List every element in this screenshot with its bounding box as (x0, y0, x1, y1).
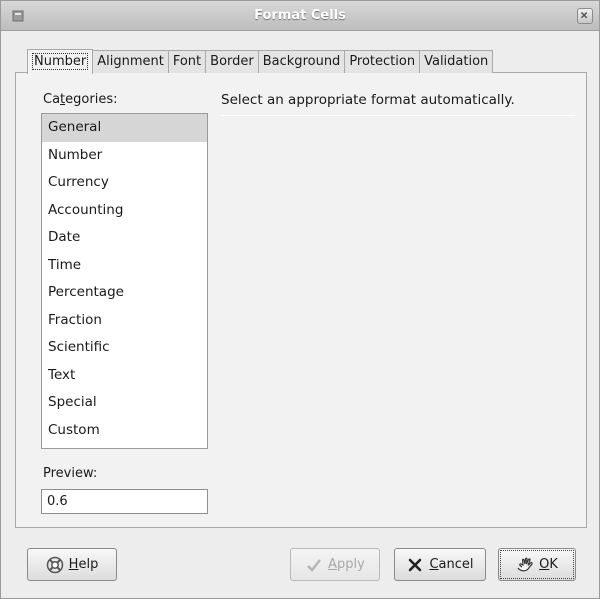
list-item[interactable]: Fraction (42, 307, 207, 335)
tab-alignment[interactable]: Alignment (92, 50, 169, 73)
preview-field: 0.6 (41, 489, 208, 514)
categories-list[interactable]: General Number Currency Accounting Date … (41, 113, 208, 449)
list-item[interactable]: Currency (42, 169, 207, 197)
list-item[interactable]: Custom (42, 417, 207, 445)
tab-font[interactable]: Font (167, 50, 207, 73)
help-button[interactable]: Help (27, 548, 117, 581)
title-bar[interactable]: Format Cells (1, 1, 599, 31)
separator (221, 115, 575, 116)
ok-label: OK (539, 557, 558, 572)
list-item[interactable]: Accounting (42, 197, 207, 225)
checkmark-icon (307, 558, 322, 572)
list-item[interactable]: Date (42, 224, 207, 252)
lifebuoy-icon (46, 556, 63, 573)
list-item[interactable]: Special (42, 389, 207, 417)
list-item[interactable]: Time (42, 252, 207, 280)
cancel-button[interactable]: Cancel (394, 548, 486, 581)
tab-number[interactable]: Number (27, 49, 94, 74)
apply-button[interactable]: Apply (290, 548, 380, 581)
help-label: Help (68, 557, 99, 572)
tab-background[interactable]: Background (257, 50, 346, 73)
list-item[interactable]: Percentage (42, 279, 207, 307)
cancel-label: Cancel (429, 557, 474, 572)
tab-bar: Number Alignment Font Border Background … (27, 49, 494, 74)
list-item[interactable]: General (42, 114, 207, 142)
close-icon (580, 11, 588, 19)
list-item[interactable]: Number (42, 142, 207, 170)
tab-border[interactable]: Border (205, 50, 259, 73)
window-title: Format Cells (254, 8, 346, 23)
apply-label: Apply (328, 557, 365, 572)
categories-label: Categories: (43, 92, 118, 107)
tab-protection[interactable]: Protection (344, 50, 421, 73)
list-item[interactable]: Scientific (42, 334, 207, 362)
format-cells-dialog: Format Cells Number Alignment Font Borde… (0, 0, 600, 599)
ok-button[interactable]: OK (498, 548, 576, 581)
ok-hand-icon (517, 557, 533, 571)
format-description: Select an appropriate format automatical… (221, 92, 515, 108)
preview-label: Preview: (43, 466, 98, 481)
list-item[interactable]: Text (42, 362, 207, 390)
close-button[interactable] (577, 8, 593, 24)
tab-validation[interactable]: Validation (419, 50, 494, 73)
cancel-x-icon (409, 558, 422, 571)
